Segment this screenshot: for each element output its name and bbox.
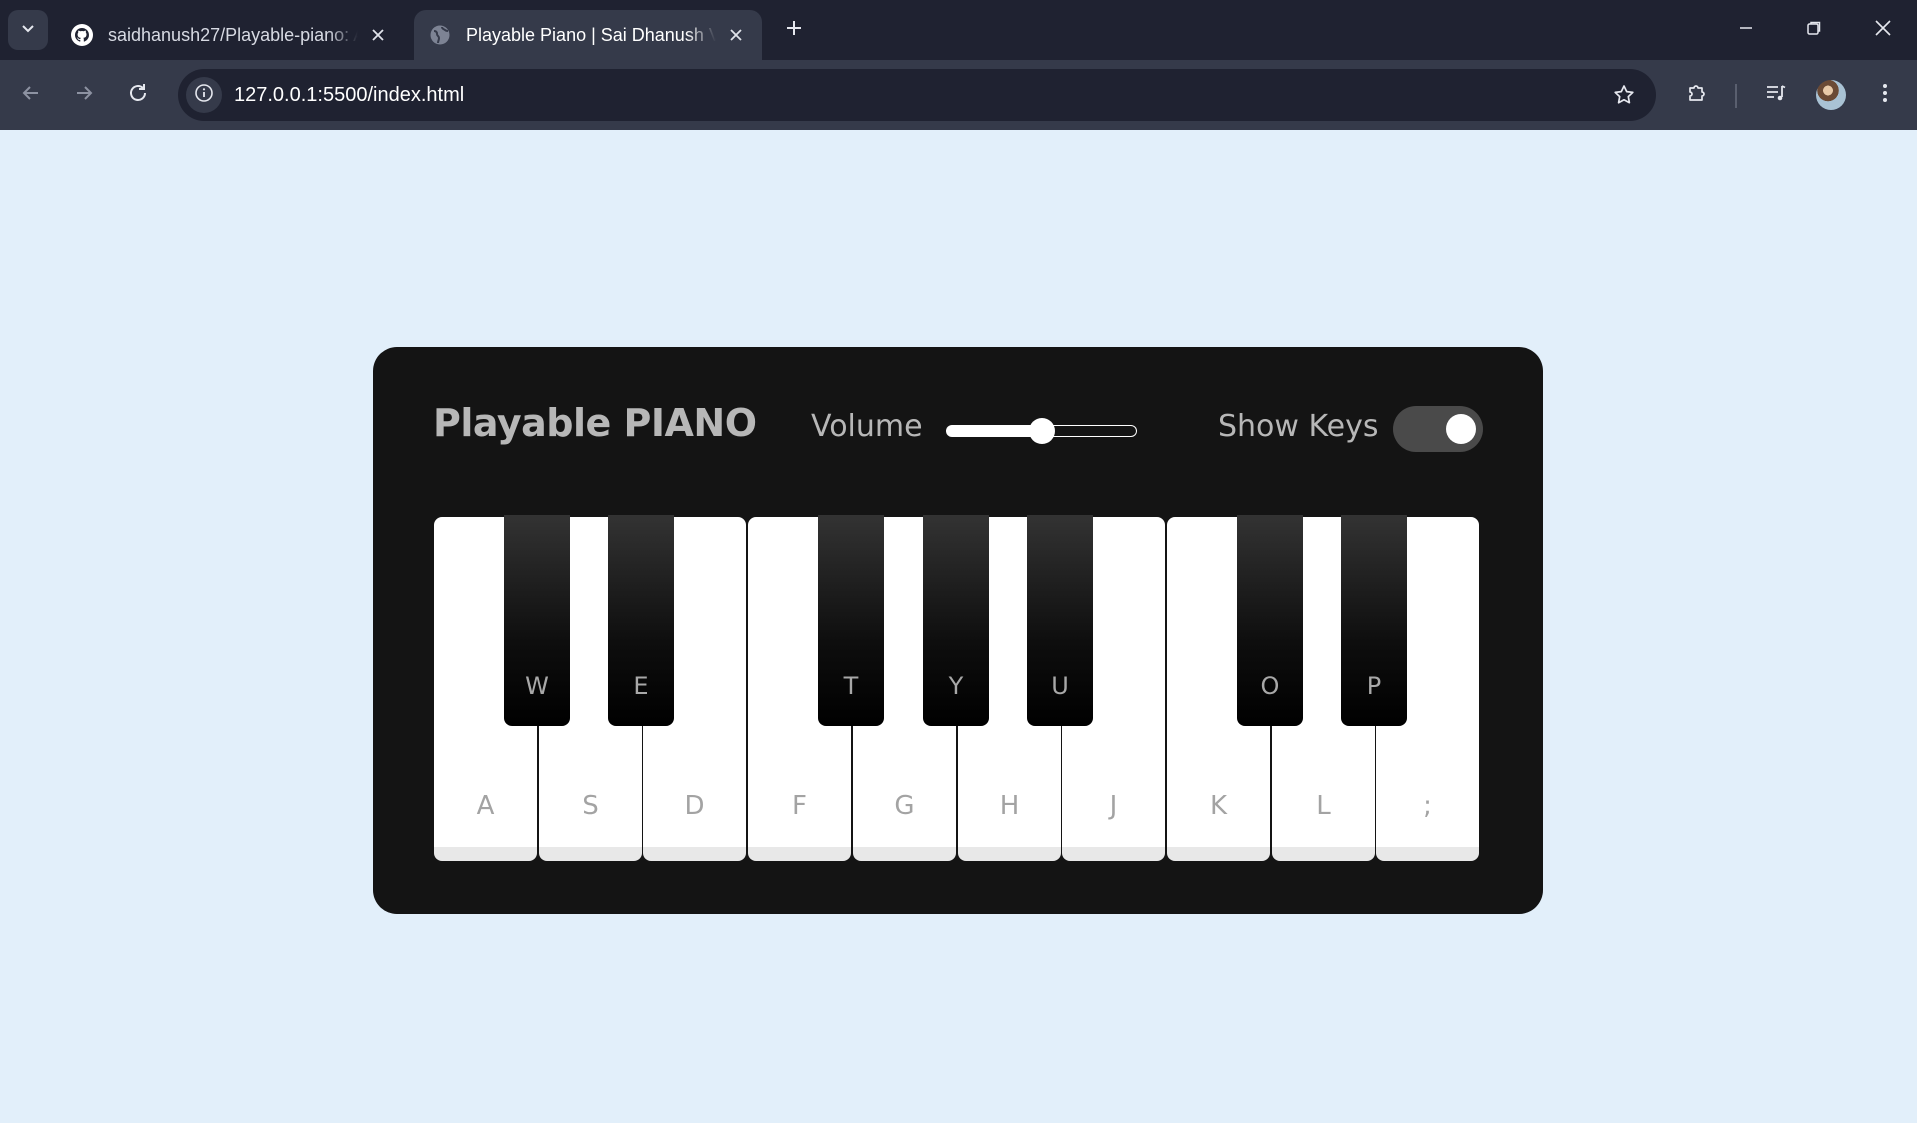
piano-black-key[interactable]: W [504, 515, 570, 726]
arrow-right-icon [73, 82, 95, 109]
key-label: W [525, 672, 549, 700]
url-text[interactable]: 127.0.0.1:5500/index.html [234, 69, 464, 121]
tab-playable-piano[interactable]: Playable Piano | Sai Dhanush VR [414, 10, 762, 60]
new-tab-button[interactable] [778, 14, 810, 46]
close-window-button[interactable] [1849, 0, 1917, 60]
toolbar-divider [1735, 84, 1737, 108]
app-title: Playable PIANO [433, 401, 757, 445]
piano-keys: A S D F G H J K L; W E T Y U O P [434, 515, 1481, 861]
forward-button[interactable] [64, 75, 104, 115]
key-label: P [1366, 672, 1382, 700]
tab-github[interactable]: saidhanush27/Playable-piano: A [56, 10, 404, 60]
chevron-down-icon [20, 20, 36, 41]
volume-track [1042, 426, 1136, 436]
back-button[interactable] [11, 75, 51, 115]
restore-icon [1806, 20, 1822, 41]
extensions-button[interactable] [1677, 75, 1717, 115]
globe-icon [428, 23, 452, 47]
tab-title: saidhanush27/Playable-piano: A [108, 24, 358, 45]
piano-black-key[interactable]: O [1237, 515, 1303, 726]
key-label: O [1260, 672, 1280, 700]
browser-menu-button[interactable] [1865, 75, 1905, 115]
volume-label: Volume [811, 409, 923, 444]
piano-black-key[interactable]: P [1341, 515, 1407, 726]
key-label: L [1316, 791, 1331, 821]
more-vertical-icon [1873, 81, 1897, 110]
piano-wrapper: Playable PIANO Volume Show Keys A S D F G H J K… [373, 347, 1543, 914]
media-controls-button[interactable] [1756, 75, 1796, 115]
site-info-button[interactable] [186, 77, 222, 113]
github-icon [70, 23, 94, 47]
toggle-knob [1446, 414, 1476, 444]
minimize-icon [1738, 20, 1754, 41]
address-bar[interactable]: 127.0.0.1:5500/index.html [178, 69, 1656, 121]
playlist-music-icon [1764, 81, 1788, 110]
piano-black-key[interactable]: U [1027, 515, 1093, 726]
close-tab-icon[interactable] [366, 23, 390, 47]
puzzle-icon [1685, 81, 1709, 110]
tab-search-button[interactable] [8, 10, 48, 50]
piano-black-key[interactable]: T [818, 515, 884, 726]
key-label: T [843, 672, 859, 700]
plus-icon [785, 19, 803, 42]
volume-slider-thumb[interactable] [1029, 418, 1055, 444]
piano-black-key[interactable]: E [608, 515, 674, 726]
close-icon [1874, 19, 1892, 42]
minimize-button[interactable] [1712, 0, 1780, 60]
close-tab-icon[interactable] [724, 23, 748, 47]
key-label: H [999, 791, 1020, 821]
reload-button[interactable] [118, 75, 158, 115]
arrow-left-icon [20, 82, 42, 109]
info-icon [194, 83, 214, 108]
key-label: J [1109, 791, 1118, 821]
key-label: F [792, 791, 807, 821]
restore-button[interactable] [1780, 0, 1848, 60]
piano-black-key[interactable]: Y [923, 515, 989, 726]
profile-avatar[interactable] [1816, 80, 1846, 110]
reload-icon [127, 82, 149, 109]
tab-title: Playable Piano | Sai Dhanush VR [466, 24, 716, 45]
show-keys-toggle[interactable] [1393, 406, 1483, 452]
show-keys-label: Show Keys [1218, 409, 1379, 444]
key-label: ; [1423, 791, 1432, 821]
key-label: G [894, 791, 915, 821]
key-label: Y [948, 672, 964, 700]
key-label: U [1051, 672, 1069, 700]
tab-strip: saidhanush27/Playable-piano: A Playable … [0, 0, 1917, 60]
key-label: D [684, 791, 705, 821]
key-label: E [633, 672, 649, 700]
key-label: S [582, 791, 599, 821]
key-label: A [476, 791, 495, 821]
key-label: K [1209, 791, 1228, 821]
volume-slider[interactable] [946, 418, 1137, 444]
bookmark-star-icon[interactable] [1610, 81, 1638, 109]
browser-toolbar: 127.0.0.1:5500/index.html [0, 60, 1917, 130]
